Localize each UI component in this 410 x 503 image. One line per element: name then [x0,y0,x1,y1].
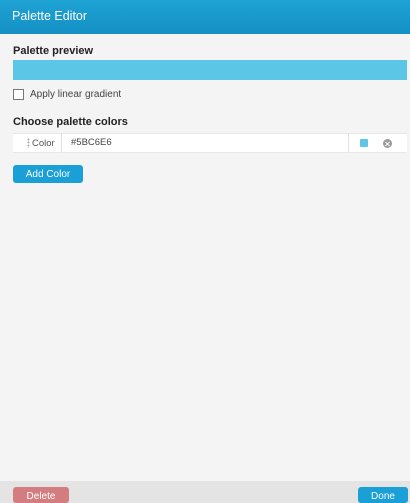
choose-colors-label: Choose palette colors [13,116,128,128]
done-button[interactable]: Done [358,487,408,503]
add-color-button[interactable]: Add Color [13,165,83,183]
delete-button[interactable]: Delete [13,487,69,503]
drag-handle-icon[interactable] [27,138,30,148]
color-swatch[interactable] [360,139,368,147]
dialog-title: Palette Editor [12,9,88,23]
color-row-label: Color [32,138,55,149]
dialog-title-bar: Palette Editor [0,0,410,34]
palette-preview-label: Palette preview [13,45,94,57]
color-hex-input[interactable]: #5BC6E6 [61,133,349,153]
palette-preview-bar [13,60,407,80]
remove-color-icon[interactable] [383,139,392,148]
apply-gradient-option[interactable]: Apply linear gradient [13,87,121,101]
color-row: Color #5BC6E6 [13,133,407,153]
apply-gradient-checkbox[interactable] [13,88,24,100]
apply-gradient-label: Apply linear gradient [30,88,122,100]
